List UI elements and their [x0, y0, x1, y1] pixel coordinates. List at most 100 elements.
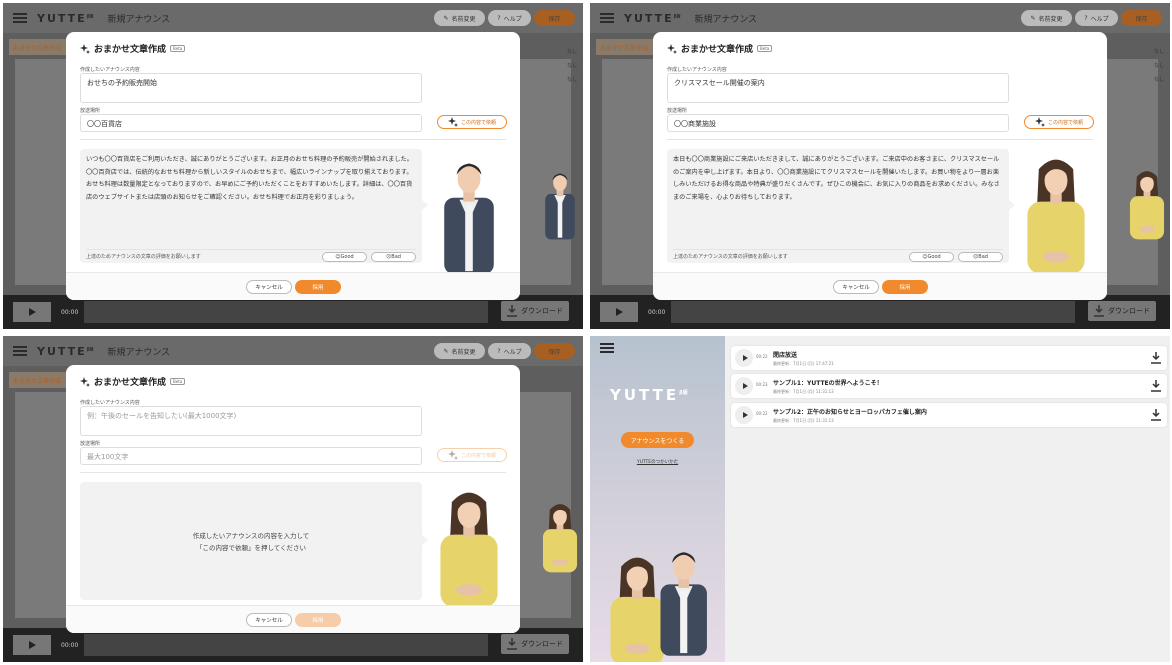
modal-header: おまかせ文章作成 Beta [80, 42, 186, 55]
seek-bar[interactable] [671, 301, 1076, 323]
screen-panel-4: YUTTEβ版 アナウンスをつくる YUTTEのつかいかた 00:22 閉店放送… [590, 336, 1170, 662]
play-button[interactable] [13, 635, 51, 655]
background-avatar [1129, 171, 1165, 240]
play-button[interactable] [13, 302, 51, 322]
app-logo: YUTTEβ版 [610, 386, 688, 404]
place-input[interactable]: 最大100文字 [80, 447, 422, 465]
cancel-button[interactable]: キャンセル [833, 280, 879, 294]
save-button[interactable]: 保存 [534, 343, 575, 359]
player-bar: 00:00 ダウンロード [590, 295, 1170, 329]
announce-input[interactable]: クリスマスセール開催の案内 [667, 73, 1009, 103]
request-button[interactable]: この内容で依頼 [437, 115, 507, 129]
item-title: 閉店放送 [773, 352, 798, 359]
play-button[interactable] [735, 377, 753, 395]
document-title: 新規アナウンス [107, 347, 171, 358]
app-logo: YUTTEβ版 [37, 11, 94, 25]
play-icon [742, 383, 748, 389]
side-status: なし なし なし [1153, 49, 1164, 83]
place-input[interactable]: 〇〇商業施設 [667, 114, 1009, 132]
screen-panel-3: YUTTEβ版 新規アナウンス ✎ 名前変更 ? ヘルプ 保存 おまかせ文章作成 0… [3, 336, 583, 662]
narrator-avatar [444, 163, 494, 274]
evaluation-row: 上達のためアナウンスの文章の評価をお願いします ☺ Good ☹ Bad [86, 249, 416, 263]
download-button[interactable]: ダウンロード [501, 301, 569, 321]
bad-button[interactable]: ☹ Bad [371, 251, 416, 262]
narrator-avatar [1027, 159, 1085, 274]
menu-icon[interactable] [13, 13, 27, 23]
how-to-use-link[interactable]: YUTTEのつかいかた [590, 459, 725, 465]
seek-bar[interactable] [84, 634, 489, 656]
cancel-button[interactable]: キャンセル [246, 613, 292, 627]
download-icon[interactable] [1151, 409, 1161, 421]
modal-title: おまかせ文章作成 [94, 378, 167, 388]
announce-list-item[interactable]: 00:22 閉店放送 最終更新：7月1日 (月) 17:47:21 [731, 346, 1167, 370]
rename-button[interactable]: ✎ 名前変更 [1021, 10, 1072, 26]
pencil-icon: ✎ [1030, 14, 1036, 22]
player-bar: 00:00 ダウンロード [3, 295, 583, 329]
empty-hint: 作成したいアナウンスの内容を入力して 「この内容で依頼」を押してください [192, 532, 310, 552]
home-sidebar: YUTTEβ版 アナウンスをつくる YUTTEのつかいかた [590, 336, 725, 662]
auto-compose-modal: おまかせ文章作成 Beta 作成したいアナウンス内容 クリスマスセール開催の案内… [653, 32, 1107, 300]
good-button[interactable]: ☺ Good [909, 251, 954, 262]
rename-button[interactable]: ✎ 名前変更 [434, 10, 485, 26]
pencil-icon: ✎ [443, 14, 449, 22]
menu-icon[interactable] [13, 346, 27, 356]
download-icon[interactable] [1151, 380, 1161, 392]
play-icon [742, 355, 748, 361]
sparkle-icon [1034, 117, 1045, 127]
duration: 00:22 [756, 354, 768, 359]
adopt-button[interactable]: 採用 [295, 280, 341, 294]
duration: 00:23 [756, 382, 768, 387]
help-button[interactable]: ? ヘルプ [488, 10, 531, 26]
announce-label: 作成したいアナウンス内容 [667, 67, 727, 73]
modal-footer: キャンセル 採用 [66, 272, 520, 300]
menu-icon[interactable] [600, 13, 614, 23]
save-button[interactable]: 保存 [534, 10, 575, 26]
play-button[interactable] [600, 302, 638, 322]
download-button[interactable]: ダウンロード [1088, 301, 1156, 321]
save-button[interactable]: 保存 [1121, 10, 1162, 26]
time-display: 00:00 [648, 308, 666, 316]
request-button[interactable]: この内容で依頼 [437, 448, 507, 462]
download-icon[interactable] [1151, 352, 1161, 364]
adopt-button[interactable]: 採用 [295, 613, 341, 627]
play-button[interactable] [735, 406, 753, 424]
cancel-button[interactable]: キャンセル [246, 280, 292, 294]
place-label: 放送場所 [80, 441, 101, 447]
app-header: YUTTEβ版 新規アナウンス ✎ 名前変更 ? ヘルプ 保存 [590, 3, 1170, 33]
announce-list-item[interactable]: 00:22 サンプル2：正午のお知らせとヨーロッパカフェ催し案内 最終更新：7月… [731, 403, 1167, 427]
good-button[interactable]: ☺ Good [322, 251, 367, 262]
play-button[interactable] [735, 349, 753, 367]
bad-button[interactable]: ☹ Bad [958, 251, 1003, 262]
announce-label: 作成したいアナウンス内容 [80, 400, 140, 406]
modal-header: おまかせ文章作成 Beta [667, 42, 773, 55]
app-logo: YUTTEβ版 [624, 11, 681, 25]
place-label: 放送場所 [80, 108, 101, 114]
download-button[interactable]: ダウンロード [501, 634, 569, 654]
help-button[interactable]: ? ヘルプ [488, 343, 531, 359]
download-icon [507, 638, 517, 650]
help-button[interactable]: ? ヘルプ [1075, 10, 1118, 26]
player-bar: 00:00 ダウンロード [3, 628, 583, 662]
item-date: 最終更新：7月1日 (月) 17:47:21 [773, 361, 834, 366]
evaluation-row: 上達のためアナウンスの文章の評価をお願いします ☺ Good ☹ Bad [673, 249, 1003, 263]
time-display: 00:00 [61, 308, 79, 316]
background-avatar [542, 504, 578, 573]
seek-bar[interactable] [84, 301, 489, 323]
play-icon [615, 308, 623, 316]
announce-label: 作成したいアナウンス内容 [80, 67, 140, 73]
announce-input[interactable]: おせちの予約販売開始 [80, 73, 422, 103]
rename-button[interactable]: ✎ 名前変更 [434, 343, 485, 359]
help-icon: ? [1084, 14, 1088, 22]
place-input[interactable]: 〇〇百貨店 [80, 114, 422, 132]
generated-text: いつも〇〇百貨店をご利用いただき、誠にありがとうございます。お正月のおせち料理の… [86, 156, 413, 201]
request-button[interactable]: この内容で依頼 [1024, 115, 1094, 129]
sparkle-icon [80, 43, 90, 54]
auto-compose-modal: おまかせ文章作成 Beta 作成したいアナウンス内容 例：午後のセールを告知した… [66, 365, 520, 633]
divider [80, 472, 506, 473]
create-announce-button[interactable]: アナウンスをつくる [621, 432, 694, 448]
announce-input[interactable]: 例：午後のセールを告知したい(最大1000文字) [80, 406, 422, 436]
modal-title: おまかせ文章作成 [681, 45, 754, 55]
announce-list-item[interactable]: 00:23 サンプル1：YUTTEの世界へようこそ！ 最終更新：7月1日 (月)… [731, 374, 1167, 398]
menu-icon[interactable] [600, 343, 614, 353]
adopt-button[interactable]: 採用 [882, 280, 928, 294]
